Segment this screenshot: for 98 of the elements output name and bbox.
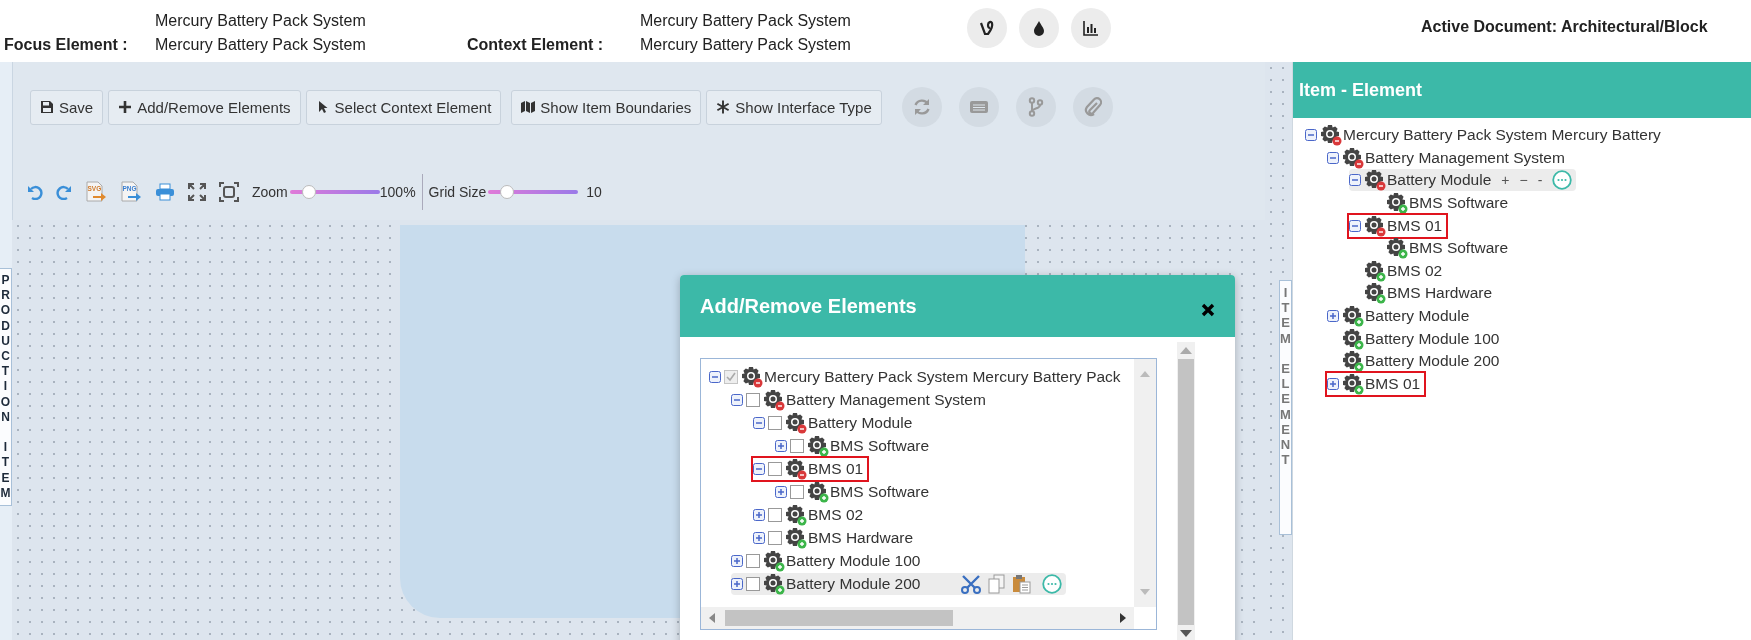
collapse-icon[interactable] xyxy=(1349,174,1361,187)
gear-minus-icon xyxy=(763,388,785,411)
v-shape-button[interactable] xyxy=(967,8,1007,48)
scroll-down-icon[interactable] xyxy=(1180,630,1192,637)
item-element-tab[interactable]: ITEM ELEMENT xyxy=(1279,280,1292,535)
dialog-title: Add/Remove Elements xyxy=(700,294,917,318)
grid-size-value: 10 xyxy=(586,184,602,200)
bar-chart-icon xyxy=(1083,20,1099,36)
undo-icon[interactable] xyxy=(27,184,43,200)
tree-node-label[interactable]: Battery Module 200 xyxy=(1364,352,1500,371)
paperclip-icon xyxy=(1083,97,1102,117)
tree-node-label[interactable]: Battery Module xyxy=(1386,171,1492,190)
gear-minus-icon xyxy=(1342,146,1364,169)
tree-node-label[interactable]: BMS 02 xyxy=(1386,261,1443,280)
gear-plus-icon xyxy=(1364,259,1386,282)
zoom-value: 100% xyxy=(379,184,416,200)
tree-node-label[interactable]: BMS 01 xyxy=(1364,374,1421,393)
tree-node-label[interactable]: BMS 01 xyxy=(1386,216,1443,235)
gear-plus-icon xyxy=(1342,305,1364,328)
tree-node-label[interactable]: BMS Hardware xyxy=(1386,284,1493,303)
gear-plus-icon xyxy=(807,480,829,503)
outlined-tree-row[interactable]: BMS 01 xyxy=(1327,372,1425,395)
gear-plus-icon xyxy=(1364,282,1386,305)
dialog-scrollbar[interactable] xyxy=(1177,342,1195,640)
gear-plus-icon xyxy=(785,503,807,526)
gear-minus-icon xyxy=(785,411,807,434)
active-document-label: Active Document: Architectural/Block xyxy=(1421,18,1708,36)
tree-node-label[interactable]: Battery Module 100 xyxy=(1364,329,1500,348)
collapse-icon[interactable] xyxy=(1305,129,1317,142)
refresh-icon xyxy=(911,97,932,117)
focus-element-label: Focus Element : xyxy=(4,36,129,54)
scroll-up-icon[interactable] xyxy=(1180,347,1192,354)
collapse-icon[interactable] xyxy=(1327,151,1339,164)
zoom-label: Zoom xyxy=(252,184,288,200)
node-action-button[interactable]: - xyxy=(1537,172,1543,189)
production-item-tab[interactable]: PRODUCTION ITEM xyxy=(0,268,12,507)
more-icon[interactable] xyxy=(1552,170,1573,191)
branch-icon xyxy=(1027,97,1044,117)
tree-node-label[interactable]: Battery Management System xyxy=(1364,148,1565,167)
paperclip-button[interactable] xyxy=(1072,87,1113,127)
list-card-button[interactable] xyxy=(958,87,999,127)
context-element-value: Mercury Battery Pack System xyxy=(640,11,851,31)
fit-screen-icon[interactable] xyxy=(219,182,239,202)
tree-node-label[interactable]: BMS Software xyxy=(1408,194,1509,213)
printer-icon[interactable] xyxy=(155,183,175,201)
horizontal-scrollbar[interactable] xyxy=(701,607,1134,629)
toolbar-button[interactable]: Add/Remove Elements xyxy=(108,89,301,125)
gear-plus-icon xyxy=(785,526,807,549)
close-icon[interactable] xyxy=(1201,303,1215,317)
panel-title: Item - Element xyxy=(1299,79,1423,101)
refresh-button[interactable] xyxy=(901,87,942,127)
gear-minus-icon xyxy=(1320,124,1342,147)
outlined-tree-row[interactable]: BMS 01 xyxy=(1349,214,1447,237)
toolbar-button[interactable]: Show Interface Type xyxy=(706,89,882,125)
tree-node-label[interactable]: Mercury Battery Pack System Mercury Battery xyxy=(1342,126,1661,145)
collapse-icon[interactable] xyxy=(1349,219,1361,232)
bar-chart-button[interactable] xyxy=(1071,8,1111,48)
gear-plus-icon xyxy=(1342,327,1364,350)
fullscreen-icon[interactable] xyxy=(188,183,206,201)
scroll-left-icon[interactable] xyxy=(709,613,715,623)
gear-plus-icon xyxy=(1386,192,1408,215)
tree-node-label[interactable]: Battery Module xyxy=(1364,307,1470,326)
drop-icon xyxy=(1032,20,1046,36)
gear-plus-icon xyxy=(807,434,829,457)
hovered-tree-row[interactable]: Battery Module + − - xyxy=(1349,169,1577,192)
zoom-slider[interactable] xyxy=(289,185,380,199)
scroll-right-icon[interactable] xyxy=(1120,613,1126,623)
toolbar-button[interactable]: Select Context Element xyxy=(305,89,502,125)
gear-plus-icon xyxy=(763,572,785,595)
grid-size-slider[interactable] xyxy=(488,185,579,199)
v-shape-icon xyxy=(979,20,995,36)
gear-plus-icon xyxy=(1386,237,1408,260)
toolbar-button[interactable]: Save xyxy=(30,89,104,125)
toolbar-button[interactable]: Show Item Boundaries xyxy=(511,89,702,125)
gear-plus-icon xyxy=(1342,350,1364,373)
redo-icon[interactable] xyxy=(56,184,72,200)
drop-button[interactable] xyxy=(1019,8,1059,48)
snowflake-icon xyxy=(716,100,731,114)
branch-button[interactable] xyxy=(1015,87,1056,127)
gear-plus-icon xyxy=(763,549,785,572)
expand-icon[interactable] xyxy=(1327,310,1339,323)
gear-minus-icon xyxy=(1364,214,1386,237)
gear-minus-icon xyxy=(1364,169,1386,192)
context-element-label: Context Element : xyxy=(467,36,604,54)
node-action-button[interactable]: − xyxy=(1519,172,1528,189)
plus-icon xyxy=(118,100,133,114)
gear-minus-icon xyxy=(741,365,763,388)
context-element-value: Mercury Battery Pack System xyxy=(640,35,851,55)
expand-icon[interactable] xyxy=(1327,377,1339,390)
gear-minus-icon xyxy=(785,457,807,480)
tree-node-label[interactable]: BMS Software xyxy=(1408,239,1509,258)
map-icon xyxy=(521,100,536,114)
focus-element-value: Mercury Battery Pack System xyxy=(155,35,366,55)
grid-size-label: Grid Size xyxy=(428,184,487,200)
list-card-icon xyxy=(968,99,989,115)
node-action-button[interactable]: + xyxy=(1501,172,1510,189)
focus-element-value: Mercury Battery Pack System xyxy=(155,11,366,31)
gear-plus-icon xyxy=(1342,372,1364,395)
